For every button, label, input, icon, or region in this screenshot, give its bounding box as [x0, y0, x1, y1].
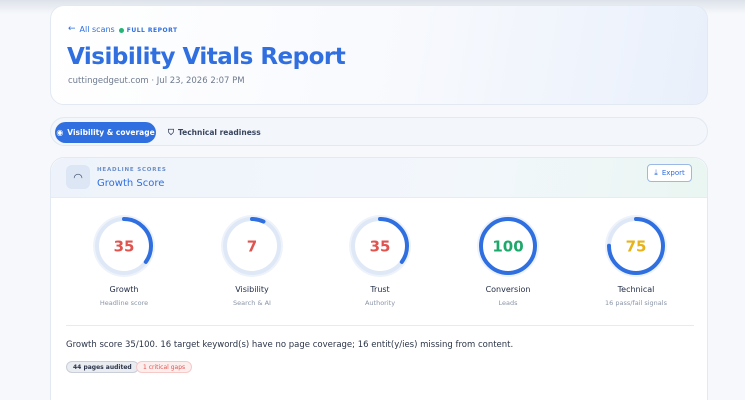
score-technical: 75 Technical 16 pass/fail signals — [576, 214, 696, 307]
score-summary: Growth score 35/100. 16 target keyword(s… — [66, 340, 514, 350]
score-name: Trust — [370, 285, 390, 294]
score-ring: 75 — [604, 214, 668, 278]
score-value: 35 — [114, 238, 135, 256]
tab-label: Technical readiness — [178, 128, 261, 137]
export-label: Export — [661, 169, 685, 177]
export-button[interactable]: ⤓ Export — [647, 164, 692, 182]
back-row: ← All scans FULL REPORT — [68, 24, 178, 34]
eye-icon: ◉ — [56, 128, 64, 137]
score-value: 100 — [492, 238, 523, 256]
tab-technical-readiness[interactable]: ⛉ Technical readiness — [168, 122, 261, 143]
download-icon: ⤓ — [654, 168, 658, 177]
score-ring: 35 — [92, 214, 156, 278]
section-title: Growth Score — [97, 178, 165, 189]
pages-audited-badge: 44 pages audited — [66, 361, 139, 373]
divider — [66, 325, 694, 326]
gauge-icon: ◠ — [66, 165, 90, 189]
score-ring-graphic: 75 — [605, 215, 667, 277]
score-growth: 35 Growth Headline score — [64, 214, 184, 307]
score-name: Growth — [109, 285, 139, 294]
score-value: 7 — [247, 238, 257, 256]
tab-visibility-coverage[interactable]: ◉ Visibility & coverage — [55, 122, 156, 143]
page-title: Visibility Vitals Report — [67, 44, 346, 70]
score-visibility: 7 Visibility Search & AI — [192, 214, 312, 307]
arrow-left-icon[interactable]: ← — [68, 24, 76, 34]
score-ring-graphic: 35 — [93, 215, 155, 277]
score-name: Technical — [617, 285, 655, 294]
full-report-tag: FULL REPORT — [126, 26, 178, 34]
critical-gaps-badge: 1 critical gaps — [136, 361, 193, 373]
scores-card-header: ◠ HEADLINE SCORES Growth Score ⤓ Export — [51, 158, 707, 198]
score-ring-graphic: 7 — [221, 215, 283, 277]
tab-bar: ◉ Visibility & coverage ⛉ Technical read… — [50, 117, 708, 146]
score-conversion: 100 Conversion Leads — [448, 214, 568, 307]
shield-icon: ⛉ — [168, 127, 174, 137]
score-caption: Authority — [364, 299, 396, 307]
score-caption: Leads — [498, 299, 518, 307]
page-subtitle: cuttingedgeut.com · Jul 23, 2026 2:07 PM — [68, 76, 245, 86]
all-scans-link[interactable]: All scans — [80, 25, 115, 34]
score-value: 35 — [370, 238, 391, 256]
score-name: Visibility — [235, 285, 269, 294]
score-value: 75 — [626, 238, 647, 256]
score-ring: 7 — [220, 214, 284, 278]
section-eyebrow: HEADLINE SCORES — [97, 167, 167, 173]
report-header: ← All scans FULL REPORT Visibility Vital… — [50, 5, 708, 105]
score-trust: 35 Trust Authority — [320, 214, 440, 307]
score-caption: Headline score — [99, 299, 149, 307]
tab-label: Visibility & coverage — [67, 128, 155, 137]
score-ring-graphic: 35 — [349, 215, 411, 277]
score-caption: 16 pass/fail signals — [605, 299, 667, 307]
score-ring: 35 — [348, 214, 412, 278]
headline-scores-card: ◠ HEADLINE SCORES Growth Score ⤓ Export … — [50, 157, 708, 400]
score-name: Conversion — [485, 285, 531, 294]
score-caption: Search & AI — [233, 299, 271, 307]
score-ring: 100 — [476, 214, 540, 278]
status-dot-icon — [118, 27, 124, 33]
score-ring-graphic: 100 — [477, 215, 539, 277]
